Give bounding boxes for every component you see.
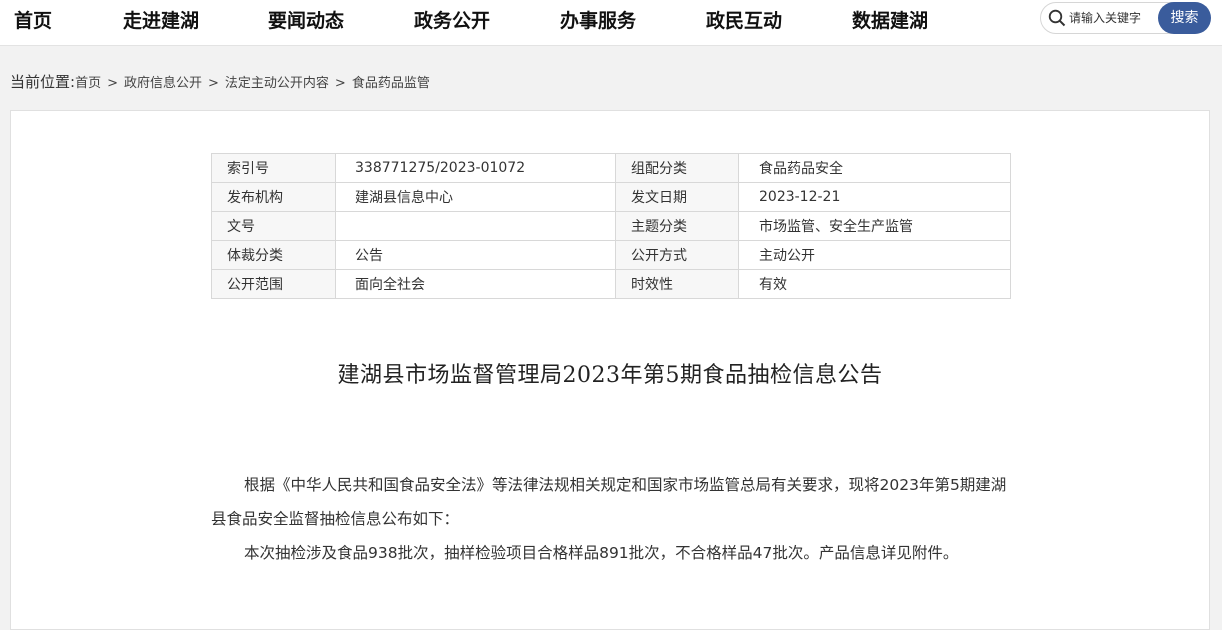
search-input[interactable]	[1069, 7, 1161, 29]
breadcrumb-label: 当前位置:	[10, 73, 76, 91]
table-row: 文号 主题分类 市场监管、安全生产监管	[211, 211, 1011, 241]
meta-value: 338771275/2023-01072	[335, 153, 616, 183]
article-paragraph: 根据《中华人民共和国食品安全法》等法律法规相关规定和国家市场监管总局有关要求，现…	[211, 476, 1007, 528]
article-paragraph: 本次抽检涉及食品938批次，抽样检验项目合格样品891批次，不合格样品47批次。…	[244, 544, 959, 562]
breadcrumb-food-drug[interactable]: 食品药品监管	[352, 76, 430, 91]
meta-key: 公开方式	[615, 240, 739, 270]
search-button[interactable]: 搜索	[1158, 2, 1211, 34]
meta-key: 体裁分类	[211, 240, 336, 270]
nav-item-news[interactable]: 要闻动态	[268, 6, 344, 36]
nav-item-government-affairs[interactable]: 政务公开	[414, 6, 490, 36]
meta-value: 有效	[738, 269, 1011, 299]
nav-item-about[interactable]: 走进建湖	[123, 6, 199, 36]
meta-value: 公告	[335, 240, 616, 270]
top-navigation: 首页 走进建湖 要闻动态 政务公开 办事服务 政民互动 数据建湖 搜索	[0, 0, 1222, 46]
meta-value: 面向全社会	[335, 269, 616, 299]
nav-item-data[interactable]: 数据建湖	[852, 6, 928, 36]
breadcrumb-gov-info[interactable]: 政府信息公开	[124, 76, 202, 91]
table-row: 体裁分类 公告 公开方式 主动公开	[211, 240, 1011, 270]
meta-key: 公开范围	[211, 269, 336, 299]
meta-key: 时效性	[615, 269, 739, 299]
breadcrumb-statutory[interactable]: 法定主动公开内容	[225, 76, 329, 91]
breadcrumb-separator: >	[107, 76, 118, 91]
table-row: 公开范围 面向全社会 时效性 有效	[211, 269, 1011, 299]
meta-key: 发布机构	[211, 182, 336, 212]
meta-value: 市场监管、安全生产监管	[738, 211, 1011, 241]
meta-value	[335, 211, 616, 241]
meta-key: 索引号	[211, 153, 336, 183]
meta-value: 建湖县信息中心	[335, 182, 616, 212]
nav-item-home[interactable]: 首页	[14, 6, 52, 36]
meta-key: 文号	[211, 211, 336, 241]
meta-key: 主题分类	[615, 211, 739, 241]
table-row: 发布机构 建湖县信息中心 发文日期 2023-12-21	[211, 182, 1011, 212]
meta-key: 发文日期	[615, 182, 739, 212]
article-body: 根据《中华人民共和国食品安全法》等法律法规相关规定和国家市场监管总局有关要求，现…	[211, 468, 1011, 570]
meta-value: 食品药品安全	[738, 153, 1011, 183]
breadcrumb-separator: >	[334, 76, 346, 91]
breadcrumb-separator: >	[208, 76, 219, 91]
meta-value: 主动公开	[738, 240, 1011, 270]
meta-key: 组配分类	[615, 153, 739, 183]
breadcrumb-home[interactable]: 首页	[75, 76, 101, 91]
nav-item-services[interactable]: 办事服务	[560, 6, 636, 36]
content-panel: 索引号 338771275/2023-01072 组配分类 食品药品安全 发布机…	[10, 110, 1210, 630]
search-icon	[1048, 9, 1066, 27]
table-row: 索引号 338771275/2023-01072 组配分类 食品药品安全	[211, 153, 1011, 183]
article-title: 建湖县市场监督管理局2023年第5期食品抽检信息公告	[337, 363, 883, 388]
nav-item-interaction[interactable]: 政民互动	[706, 6, 782, 36]
metadata-table: 索引号 338771275/2023-01072 组配分类 食品药品安全 发布机…	[211, 153, 1011, 299]
meta-value: 2023-12-21	[738, 182, 1011, 212]
breadcrumb: 当前位置:首页 > 政府信息公开 > 法定主动公开内容 > 食品药品监管	[10, 72, 430, 92]
